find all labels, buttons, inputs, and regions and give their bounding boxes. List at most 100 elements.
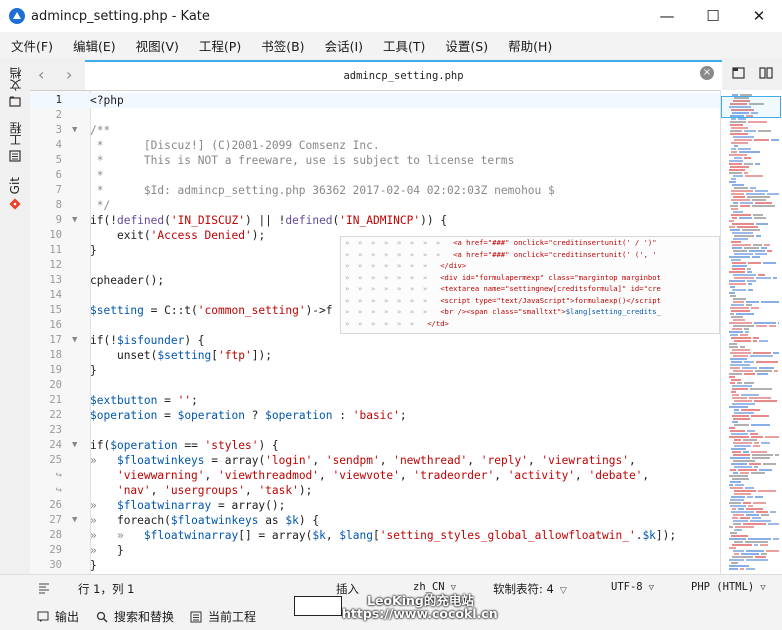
sidebar-tab-documents[interactable]: 文档 xyxy=(0,58,30,113)
new-tab-icon[interactable] xyxy=(732,67,746,79)
code-line[interactable]: 30} xyxy=(30,558,720,573)
indent-selector[interactable]: 软制表符: 4 ▽ xyxy=(493,581,567,597)
forward-arrow-icon[interactable]: › xyxy=(66,65,72,84)
code-line[interactable]: 25 » $floatwinkeys = array('login', 'send… xyxy=(30,453,720,468)
sidebar-tab-git[interactable]: Git xyxy=(0,168,30,216)
minimap[interactable] xyxy=(720,90,782,574)
minimap-line xyxy=(731,310,750,312)
code-line[interactable]: 9 ▼ if(!defined('IN_DISCUZ') || !defined('… xyxy=(30,213,720,228)
minimap-line xyxy=(734,409,739,411)
minimap-line xyxy=(733,550,744,552)
code-line[interactable]: 29 » } xyxy=(30,543,720,558)
code-line[interactable]: ↪ 'nav', 'usergroups', 'task'); xyxy=(30,483,720,498)
menu-help[interactable]: 帮助(H) xyxy=(497,36,561,55)
menu-tools[interactable]: 工具(T) xyxy=(372,36,434,55)
code-line[interactable]: 23 xyxy=(30,423,720,438)
menu-project[interactable]: 工程(P) xyxy=(188,36,250,55)
minimap-line xyxy=(733,301,744,303)
minimap-line xyxy=(730,487,743,489)
minimap-line xyxy=(730,286,735,288)
fold-toggle-icon[interactable]: ▼ xyxy=(72,513,82,528)
minimap-line xyxy=(756,223,768,225)
code-line[interactable]: 22 $operation = $operation ? $operation :… xyxy=(30,408,720,423)
menu-edit[interactable]: 编辑(E) xyxy=(62,36,125,55)
minimap-line xyxy=(733,238,748,240)
minimap-line xyxy=(733,355,748,357)
minimap-line xyxy=(746,508,763,510)
fold-toggle-icon[interactable]: ▼ xyxy=(72,123,82,138)
menu-bookmarks[interactable]: 书签(B) xyxy=(250,36,313,55)
code-line[interactable]: 28 » » $floatwinarray[] = array($k, $lang… xyxy=(30,528,720,543)
syntax-selector[interactable]: PHP (HTML) ▽ xyxy=(691,581,766,593)
menu-sessions[interactable]: 会话(I) xyxy=(314,36,372,55)
minimap-line xyxy=(756,277,771,279)
code-line[interactable]: 26 » $floatwinarray = array(); xyxy=(30,498,720,513)
code-text: if(!defined('IN_DISCUZ') || !defined('IN… xyxy=(90,214,448,227)
minimap-line xyxy=(733,514,744,516)
code-line[interactable]: 5 * This is NOT a freeware, use is subje… xyxy=(30,153,720,168)
encoding-selector[interactable]: UTF-8 ▽ xyxy=(611,581,654,593)
fold-toggle-icon[interactable]: ▼ xyxy=(72,333,82,348)
minimap-line xyxy=(763,262,776,264)
minimap-line xyxy=(729,220,734,222)
minimap-line xyxy=(734,445,751,447)
minimap-line xyxy=(765,436,779,438)
code-line[interactable]: 1 <?php xyxy=(30,93,720,108)
minimap-line xyxy=(731,316,743,318)
minimap-line xyxy=(745,487,754,489)
code-line[interactable]: 21 $extbutton = ''; xyxy=(30,393,720,408)
minimap-line xyxy=(730,334,738,336)
search-replace-button[interactable]: 搜索和替换 xyxy=(96,608,174,625)
minimap-viewport[interactable] xyxy=(721,96,781,118)
minimap-line xyxy=(734,340,751,342)
code-line[interactable]: 20 xyxy=(30,378,720,393)
menu-settings[interactable]: 设置(S) xyxy=(434,36,497,55)
fold-toggle-icon[interactable]: ▼ xyxy=(72,213,82,228)
code-line[interactable]: 3 ▼ /** xyxy=(30,123,720,138)
code-line[interactable]: 24 ▼ if($operation == 'styles') { xyxy=(30,438,720,453)
minimap-line xyxy=(755,163,760,165)
code-line[interactable]: 8 */ xyxy=(30,198,720,213)
code-line[interactable]: 18 unset($setting['ftp']); xyxy=(30,348,720,363)
minimap-line xyxy=(743,439,757,441)
maximize-button[interactable]: ☐ xyxy=(690,0,736,32)
menu-lines-icon[interactable] xyxy=(38,582,50,594)
minimap-line xyxy=(739,151,760,153)
code-text: » $floatwinkeys = array('login', 'sendpm… xyxy=(90,454,636,467)
minimap-line xyxy=(742,367,757,369)
minimap-line xyxy=(731,118,736,120)
cursor-position[interactable]: 行 1，列 1 xyxy=(78,581,134,597)
code-text: $extbutton = ''; xyxy=(90,394,198,407)
code-line[interactable]: 19} xyxy=(30,363,720,378)
minimap-line xyxy=(766,550,779,552)
minimap-line xyxy=(730,481,741,483)
code-line[interactable]: 27 ▼ » foreach($floatwinkeys as $k) { xyxy=(30,513,720,528)
menu-view[interactable]: 视图(V) xyxy=(125,36,188,55)
code-line[interactable]: 4 * [Discuz!] (C)2001-2099 Comsenz Inc. xyxy=(30,138,720,153)
minimize-button[interactable]: — xyxy=(644,0,690,32)
minimap-line xyxy=(732,403,755,405)
minimap-line xyxy=(738,469,757,471)
minimap-line xyxy=(752,457,770,459)
close-window-button[interactable]: ✕ xyxy=(736,0,782,32)
left-sidebar: 文档 工程 Git xyxy=(0,58,30,578)
code-editor[interactable]: 1 <?php 2 3 ▼/** 4 * [Discuz!] (C)2001-2099 C… xyxy=(30,90,720,575)
tab-admincp-setting[interactable]: admincp_setting.php xyxy=(85,60,722,90)
fold-toggle-icon[interactable]: ▼ xyxy=(72,438,82,453)
code-line[interactable]: 6 * xyxy=(30,168,720,183)
output-button[interactable]: 输出 xyxy=(37,608,79,625)
current-project-button[interactable]: 当前工程 xyxy=(190,608,256,625)
sidebar-tab-projects[interactable]: 工程 xyxy=(0,113,30,168)
close-tab-icon[interactable]: × xyxy=(700,66,714,80)
code-line[interactable]: 7 * $Id: admincp_setting.php 36362 2017-… xyxy=(30,183,720,198)
back-arrow-icon[interactable]: ‹ xyxy=(38,65,44,84)
code-line[interactable]: ↪ 'viewwarning', 'viewthreadmod', 'viewv… xyxy=(30,468,720,483)
title-bar: admincp_setting.php - Kate — ☐ ✕ xyxy=(0,0,782,32)
minimap-line xyxy=(753,244,762,246)
code-line[interactable]: 17 ▼ if(!$isfounder) { xyxy=(30,333,720,348)
minimap-line xyxy=(733,472,738,474)
code-line[interactable]: 2 xyxy=(30,108,720,123)
menu-file[interactable]: 文件(F) xyxy=(0,36,62,55)
split-view-icon[interactable] xyxy=(759,67,773,79)
tooltip-line: » » » » » » » <script type="text/JavaScr… xyxy=(345,295,661,305)
